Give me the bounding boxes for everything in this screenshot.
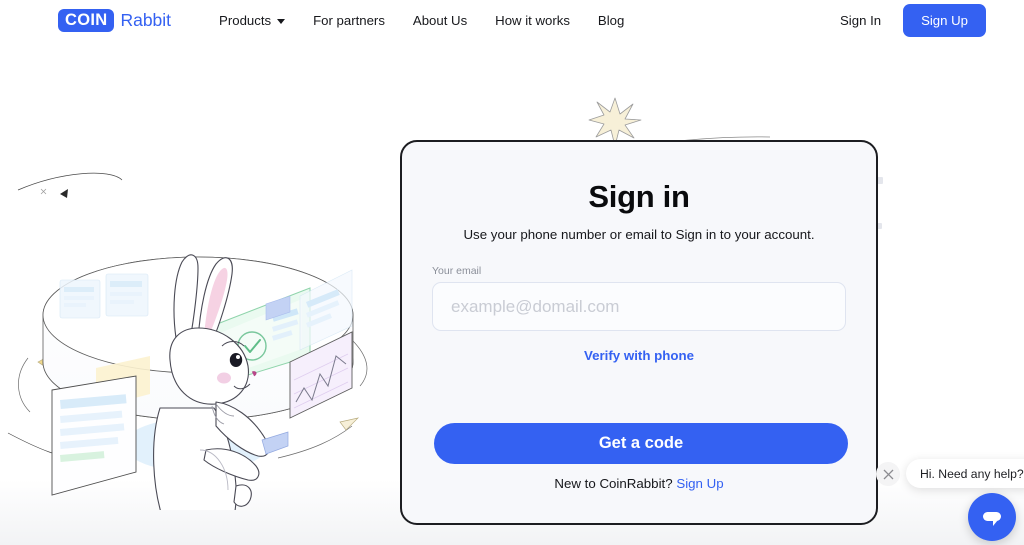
nav-item-products[interactable]: Products [219, 13, 286, 28]
nav-item-how-it-works[interactable]: How it works [495, 13, 570, 28]
coinrabbit-logo[interactable]: COIN Rabbit [58, 8, 172, 33]
sign-up-button[interactable]: Sign Up [903, 4, 986, 37]
chat-launcher-button[interactable] [968, 493, 1016, 541]
sign-in-link[interactable]: Sign In [840, 13, 881, 28]
verify-with-phone-link[interactable]: Verify with phone [584, 348, 694, 363]
email-input[interactable] [432, 282, 846, 331]
nav-label-for-partners: For partners [313, 13, 385, 28]
chat-close-button[interactable] [876, 462, 900, 486]
footer-text: New to CoinRabbit? [554, 476, 673, 491]
email-field-label: Your email [432, 265, 482, 277]
chat-bubble-icon [983, 512, 1001, 526]
header-actions: Sign In Sign Up [840, 4, 986, 37]
nav-label-blog: Blog [597, 13, 625, 28]
close-icon [883, 469, 893, 479]
email-field-group: Your email [432, 265, 846, 331]
nav-label-products: Products [219, 13, 272, 28]
sign-in-card: Sign in Use your phone number or email t… [400, 140, 878, 525]
card-footer: New to CoinRabbit? Sign Up [402, 476, 876, 491]
logo-word-text: Rabbit [120, 9, 172, 30]
page-title: Sign in [588, 179, 690, 214]
page-root: COIN Rabbit Products For partners About … [0, 0, 1024, 545]
nav-item-about-us[interactable]: About Us [413, 13, 467, 28]
card-subtitle: Use your phone number or email to Sign i… [463, 227, 815, 242]
nav-item-blog[interactable]: Blog [598, 13, 624, 28]
nav-item-for-partners[interactable]: For partners [313, 13, 385, 28]
main-navigation: Products For partners About Us How it wo… [219, 13, 624, 28]
chevron-down-icon [277, 19, 286, 24]
rabbit-dashboard-illustration [7, 172, 368, 510]
logo-badge-text: COIN [58, 8, 115, 33]
chat-greeting-text: Hi. Need any help? [920, 466, 1024, 481]
chat-greeting-bubble[interactable]: Hi. Need any help? [906, 459, 1024, 488]
get-a-code-button[interactable]: Get a code [434, 423, 848, 464]
nav-label-how-it-works: How it works [495, 13, 570, 28]
footer-sign-up-link[interactable]: Sign Up [676, 476, 723, 491]
nav-label-about-us: About Us [412, 13, 468, 28]
site-header: COIN Rabbit Products For partners About … [0, 0, 1024, 41]
